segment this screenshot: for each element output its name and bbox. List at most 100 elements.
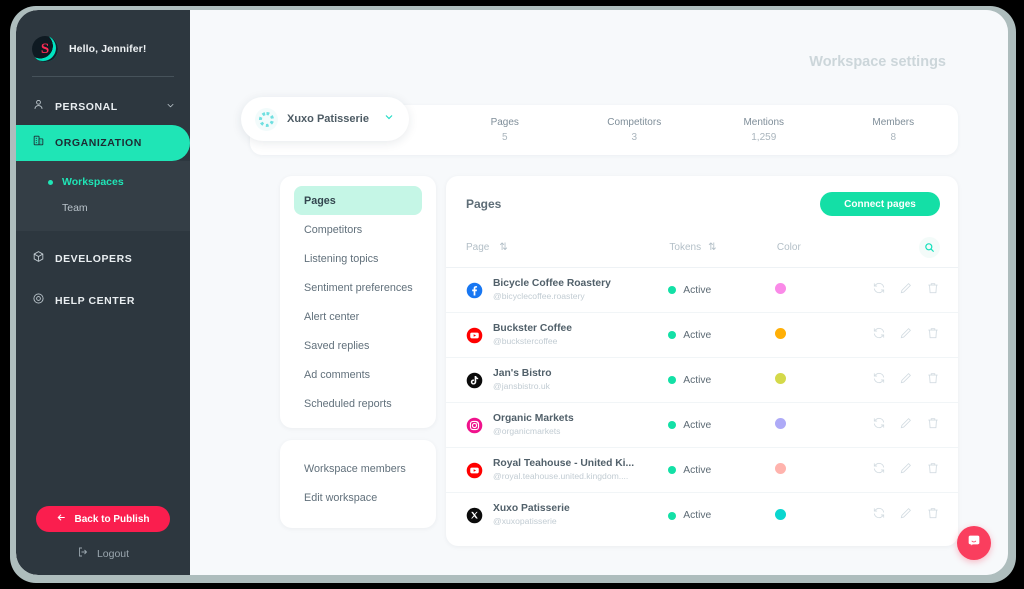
screen: Hello, Jennifer! PERSONAL ORGANIZATION (0, 0, 1024, 589)
logout-button[interactable]: Logout (16, 546, 190, 561)
table-row[interactable]: Xuxo Patisserie @xuxopatisserie Active (446, 493, 958, 538)
sidebar-item-organization[interactable]: ORGANIZATION (16, 125, 190, 161)
color-swatch[interactable] (775, 373, 787, 384)
column-header-page[interactable]: Page ⇅ (466, 242, 669, 253)
chevron-down-icon[interactable] (165, 98, 176, 116)
app-window: Hello, Jennifer! PERSONAL ORGANIZATION (16, 10, 1008, 575)
chevron-down-icon[interactable] (383, 110, 395, 128)
status-badge: Active (683, 374, 712, 386)
color-swatch[interactable] (775, 463, 787, 474)
column-header-label: Page (466, 242, 490, 253)
arrow-left-icon (56, 512, 67, 526)
menu-item-label: Workspace members (304, 462, 406, 475)
chat-widget-button[interactable] (957, 526, 991, 560)
delete-icon[interactable] (926, 416, 940, 435)
refresh-icon[interactable] (872, 326, 886, 345)
delete-icon[interactable] (926, 281, 940, 300)
tokens-cell: Active (668, 375, 775, 386)
workspace-selector[interactable]: Xuxo Patisserie (241, 97, 409, 141)
sort-icon[interactable]: ⇅ (499, 242, 507, 253)
color-cell (775, 371, 880, 389)
page-cell: Buckster Coffee @buckstercoffee (466, 323, 668, 347)
page-handle: @organicmarkets (493, 425, 561, 436)
sidebar: Hello, Jennifer! PERSONAL ORGANIZATION (16, 10, 190, 575)
page-info: Royal Teahouse - United Ki... @royal.tea… (493, 458, 634, 482)
edit-icon[interactable] (899, 371, 913, 390)
sidebar-item-workspaces[interactable]: Workspaces (16, 169, 190, 195)
page-name: Royal Teahouse - United Ki... (493, 457, 635, 469)
stat-cells: Pages 5 Competitors 3 Mentions 1,259 Mem… (440, 117, 958, 143)
color-swatch[interactable] (775, 418, 787, 429)
table-row[interactable]: Jan's Bistro @jansbistro.uk Active (446, 358, 958, 403)
page-cell: Royal Teahouse - United Ki... @royal.tea… (466, 458, 668, 482)
edit-icon[interactable] (899, 326, 913, 345)
table-row[interactable]: Buckster Coffee @buckstercoffee Active (446, 313, 958, 358)
table-row[interactable]: Royal Teahouse - United Ki... @royal.tea… (446, 448, 958, 493)
edit-icon[interactable] (899, 506, 913, 525)
sidebar-item-personal[interactable]: PERSONAL (16, 89, 190, 125)
tokens-cell: Active (668, 420, 775, 431)
status-badge: Active (683, 329, 712, 341)
x-twitter-icon (466, 507, 483, 524)
column-header-tokens[interactable]: Tokens ⇅ (669, 242, 776, 253)
stat-label: Members (872, 117, 915, 128)
lifebuoy-icon (32, 292, 45, 310)
color-swatch[interactable] (775, 508, 787, 520)
sidebar-item-team[interactable]: Team (16, 195, 190, 221)
edit-icon[interactable] (899, 416, 913, 435)
status-badge: Active (683, 464, 712, 476)
menu-item-label: Pages (304, 194, 336, 207)
page-name: Buckster Coffee (493, 322, 572, 334)
menu-item-label: Sentiment preferences (304, 281, 413, 294)
menu-item-sentiment-preferences[interactable]: Sentiment preferences (280, 273, 436, 302)
page-info: Bicycle Coffee Roastery @bicyclecoffee.r… (493, 278, 611, 302)
cube-icon (32, 250, 45, 268)
connect-pages-button[interactable]: Connect pages (820, 192, 940, 216)
sidebar-item-help-center[interactable]: HELP CENTER (16, 283, 190, 319)
table-row[interactable]: Bicycle Coffee Roastery @bicyclecoffee.r… (446, 268, 958, 313)
search-icon[interactable] (919, 237, 941, 258)
menu-item-saved-replies[interactable]: Saved replies (280, 331, 436, 360)
page-cell: Bicycle Coffee Roastery @bicyclecoffee.r… (466, 278, 668, 302)
status-dot-icon (668, 376, 677, 384)
sidebar-item-label: ORGANIZATION (55, 137, 142, 149)
color-swatch[interactable] (775, 283, 787, 294)
stat-value: 1,259 (751, 132, 777, 143)
refresh-icon[interactable] (872, 281, 886, 300)
delete-icon[interactable] (926, 461, 940, 480)
delete-icon[interactable] (926, 506, 940, 525)
sort-icon[interactable]: ⇅ (708, 242, 716, 253)
edit-icon[interactable] (899, 461, 913, 480)
menu-item-ad-comments[interactable]: Ad comments (280, 360, 436, 389)
workspace-avatar-icon (255, 107, 278, 131)
page-title: Workspace settings (809, 54, 946, 70)
status-dot-icon (668, 511, 677, 520)
page-info: Jan's Bistro @jansbistro.uk (493, 368, 552, 392)
menu-item-alert-center[interactable]: Alert center (280, 302, 436, 331)
stat-pages: Pages 5 (440, 117, 570, 143)
youtube-icon (466, 327, 483, 344)
back-to-publish-button[interactable]: Back to Publish (36, 506, 170, 532)
menu-item-competitors[interactable]: Competitors (280, 215, 436, 244)
user-greeting: Hello, Jennifer! (16, 10, 190, 68)
edit-icon[interactable] (899, 281, 913, 300)
menu-item-label: Scheduled reports (304, 397, 392, 410)
menu-item-scheduled-reports[interactable]: Scheduled reports (280, 389, 436, 418)
menu-item-workspace-members[interactable]: Workspace members (280, 454, 436, 483)
menu-item-listening-topics[interactable]: Listening topics (280, 244, 436, 273)
table-row[interactable]: Organic Markets @organicmarkets Active (446, 403, 958, 448)
menu-item-pages[interactable]: Pages (294, 186, 422, 215)
menu-item-edit-workspace[interactable]: Edit workspace (280, 483, 436, 512)
table-header: Page ⇅ Tokens ⇅ Color (446, 228, 958, 268)
sidebar-item-developers[interactable]: DEVELOPERS (16, 241, 190, 277)
table-body: Bicycle Coffee Roastery @bicyclecoffee.r… (446, 268, 958, 538)
status-dot-icon (668, 331, 677, 339)
sidebar-divider (32, 76, 174, 77)
refresh-icon[interactable] (872, 506, 886, 525)
refresh-icon[interactable] (872, 416, 886, 435)
delete-icon[interactable] (926, 326, 940, 345)
delete-icon[interactable] (926, 371, 940, 390)
refresh-icon[interactable] (872, 461, 886, 480)
color-swatch[interactable] (775, 328, 787, 339)
refresh-icon[interactable] (872, 371, 886, 390)
